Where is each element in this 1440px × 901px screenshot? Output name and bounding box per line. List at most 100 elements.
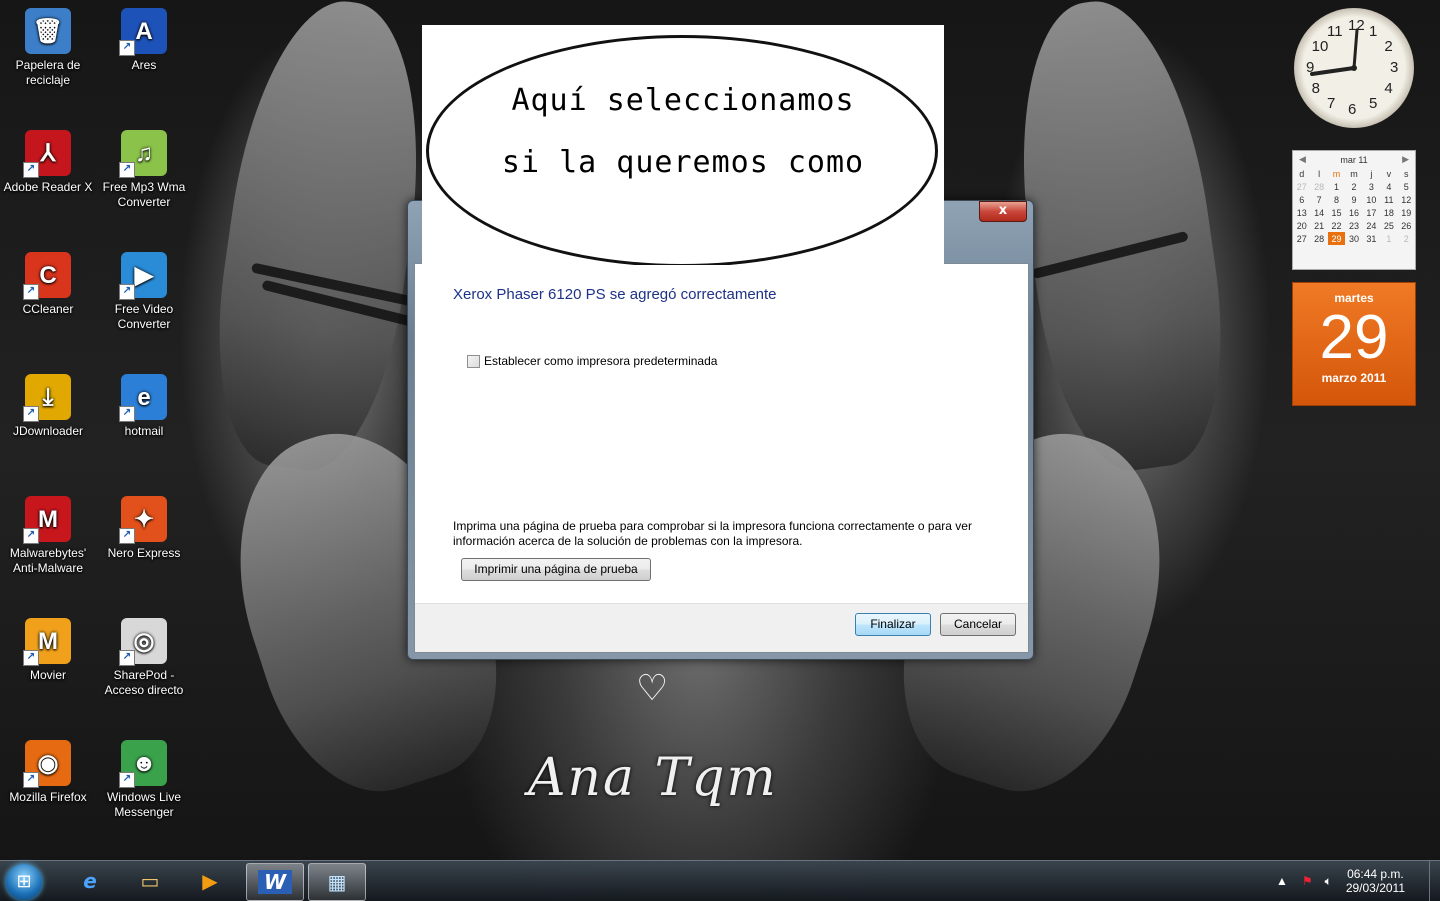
shortcut-arrow-icon: ↗ [119,406,135,422]
desktop-shortcut[interactable]: ⅄ ↗ Adobe Reader X [2,130,94,195]
calendar-day-cell[interactable]: 28 [1310,232,1327,245]
desktop-shortcut[interactable]: A ↗ Ares [98,8,190,73]
adobe-reader-icon: ⅄ ↗ [23,130,71,178]
desktop-shortcut-label: Nero Express [107,546,181,560]
calendar-day-cell[interactable]: 18 [1380,206,1397,219]
calendar-day-cell[interactable]: 15 [1328,206,1345,219]
calendar-day-cell[interactable]: 5 [1398,180,1415,193]
desktop-shortcut[interactable]: ♫ ↗ Free Mp3 Wma Converter [98,130,190,210]
shortcut-arrow-icon: ↗ [119,528,135,544]
calendar-day-cell[interactable]: 30 [1345,232,1362,245]
finish-button[interactable]: Finalizar [855,613,931,636]
calendar-day-cell[interactable]: 27 [1293,232,1310,245]
desktop-shortcut[interactable]: ⤓ ↗ JDownloader [2,374,94,439]
calendar-day-cell[interactable]: 20 [1293,219,1310,232]
show-desktop-button[interactable] [1429,861,1440,901]
calendar-month-gadget[interactable]: ◀ mar 11 ▶ dlmmjvs 27 28 1 2 3 4 5 6 7 8 9 10 11 12 13… [1292,150,1416,270]
calendar-day-cell[interactable]: 29 [1327,232,1346,245]
shortcut-arrow-icon: ↗ [23,772,39,788]
calendar-day-cell[interactable]: 19 [1398,206,1415,219]
calendar-weekday-header: m [1350,168,1358,179]
taskbar-media-player[interactable]: ▶ [182,863,238,899]
clock-time: 06:44 p.m. [1347,867,1404,881]
calendar-day-cell[interactable]: 1 [1328,180,1345,193]
calendar-day-cell[interactable]: 10 [1363,193,1380,206]
calendar-day-cell[interactable]: 6 [1293,193,1310,206]
ares-icon: A ↗ [119,8,167,56]
desktop-shortcut[interactable]: M ↗ Malwarebytes' Anti-Malware [2,496,94,576]
calendar-day-cell[interactable]: 25 [1380,219,1397,232]
print-test-page-button[interactable]: Imprimir una página de prueba [461,558,651,581]
calendar-weekday-header: v [1386,168,1392,179]
dialog-heading: Xerox Phaser 6120 PS se agregó correctam… [453,286,777,303]
calendar-day-cell[interactable]: 2 [1345,180,1362,193]
desktop-shortcut[interactable]: C ↗ CCleaner [2,252,94,317]
ccleaner-icon: C ↗ [23,252,71,300]
calendar-day-gadget[interactable]: martes 29 marzo 2011 [1292,282,1416,406]
desktop-shortcut-label: Windows Live Messenger [106,790,182,819]
desktop-shortcut[interactable]: e ↗ hotmail [98,374,190,439]
action-center-flag-icon[interactable]: ⚑ [1302,874,1313,888]
jdownloader-icon: ⤓ ↗ [23,374,71,422]
desktop-shortcut[interactable]: 🗑︎ Papelera de reciclaje [2,8,94,88]
calendar-day-cell[interactable]: 8 [1328,193,1345,206]
desktop-shortcut[interactable]: ◎ ↗ SharePod - Acceso directo [98,618,190,698]
calendar-day-cell[interactable]: 23 [1345,219,1362,232]
taskbar-word[interactable]: W [246,863,304,901]
clock-gadget[interactable]: 12 1 2 3 4 5 6 7 8 9 10 11 [1294,8,1414,128]
default-printer-option[interactable]: Establecer como impresora predeterminada [467,354,717,368]
video-converter-icon: ▶ ↗ [119,252,167,300]
taskbar-internet-explorer[interactable]: e [62,863,118,899]
calendar-day-cell[interactable]: 12 [1398,193,1415,206]
cancel-button[interactable]: Cancelar [940,613,1016,636]
calendar-month-label: mar 11 [1340,155,1368,165]
taskbar-devices-printers[interactable]: ▦ [308,863,366,901]
calendar-day-cell[interactable]: 14 [1310,206,1327,219]
calendar-day-cell[interactable]: 21 [1310,219,1327,232]
desktop-shortcut[interactable]: ☻ ↗ Windows Live Messenger [98,740,190,820]
calendar-day-cell[interactable]: 31 [1363,232,1380,245]
calendar-day-cell[interactable]: 2 [1398,232,1415,245]
shortcut-arrow-icon: ↗ [119,650,135,666]
desktop-shortcut[interactable]: ◉ ↗ Mozilla Firefox [2,740,94,805]
show-hidden-icons-icon[interactable]: ▲ [1276,874,1288,888]
prev-month-icon[interactable]: ◀ [1299,154,1306,165]
calendar-day-cell[interactable]: 9 [1345,193,1362,206]
desktop-shortcut[interactable]: ▶ ↗ Free Video Converter [98,252,190,332]
desktop-shortcut-label: Free Mp3 Wma Converter [102,180,186,209]
next-month-icon[interactable]: ▶ [1402,154,1409,165]
close-button[interactable]: x [979,201,1027,222]
desktop-shortcut[interactable]: M ↗ Movier [2,618,94,683]
start-button[interactable]: ⊞ [6,864,42,900]
default-printer-label[interactable]: Establecer como impresora predeterminada [484,354,717,368]
desktop-shortcut-label: hotmail [124,424,164,438]
wallpaper-left-arm [198,0,442,481]
calendar-day-cell[interactable]: 24 [1363,219,1380,232]
desktop-shortcut-label: CCleaner [22,302,74,316]
word-icon: W [257,870,293,894]
tutorial-callout: Aquí seleccionamos si la queremos como [422,25,944,265]
calendar-day-cell[interactable]: 3 [1363,180,1380,193]
calendar-day-cell[interactable]: 4 [1380,180,1397,193]
volume-icon[interactable]: 🔈︎ [1325,874,1332,889]
calendar-day-cell[interactable]: 27 [1293,180,1310,193]
default-printer-checkbox[interactable] [467,354,480,368]
desktop-shortcut[interactable]: ✦ ↗ Nero Express [98,496,190,561]
calendar-day-cell[interactable]: 1 [1380,232,1397,245]
wallpaper-signature: Ana Tqm [528,748,778,808]
shortcut-arrow-icon: ↗ [119,162,135,178]
calendar-day-cell[interactable]: 28 [1310,180,1327,193]
internet-explorer-icon: e [83,869,97,893]
calendar-day-cell[interactable]: 26 [1398,219,1415,232]
calendar-day-cell[interactable]: 17 [1363,206,1380,219]
calendar-day-cell[interactable]: 11 [1380,193,1397,206]
desktop-shortcut-label: Malwarebytes' Anti-Malware [9,546,87,575]
calendar-day-cell[interactable]: 16 [1345,206,1362,219]
firefox-icon: ◉ ↗ [23,740,71,788]
taskbar-explorer[interactable]: ▭ [122,863,178,899]
calendar-day-cell[interactable]: 7 [1310,193,1327,206]
calendar-day-cell[interactable]: 22 [1328,219,1345,232]
calendar-day-cell[interactable]: 13 [1293,206,1310,219]
explorer-folder-icon: ▭ [140,869,160,893]
system-clock[interactable]: 06:44 p.m. 29/03/2011 [1346,867,1405,895]
